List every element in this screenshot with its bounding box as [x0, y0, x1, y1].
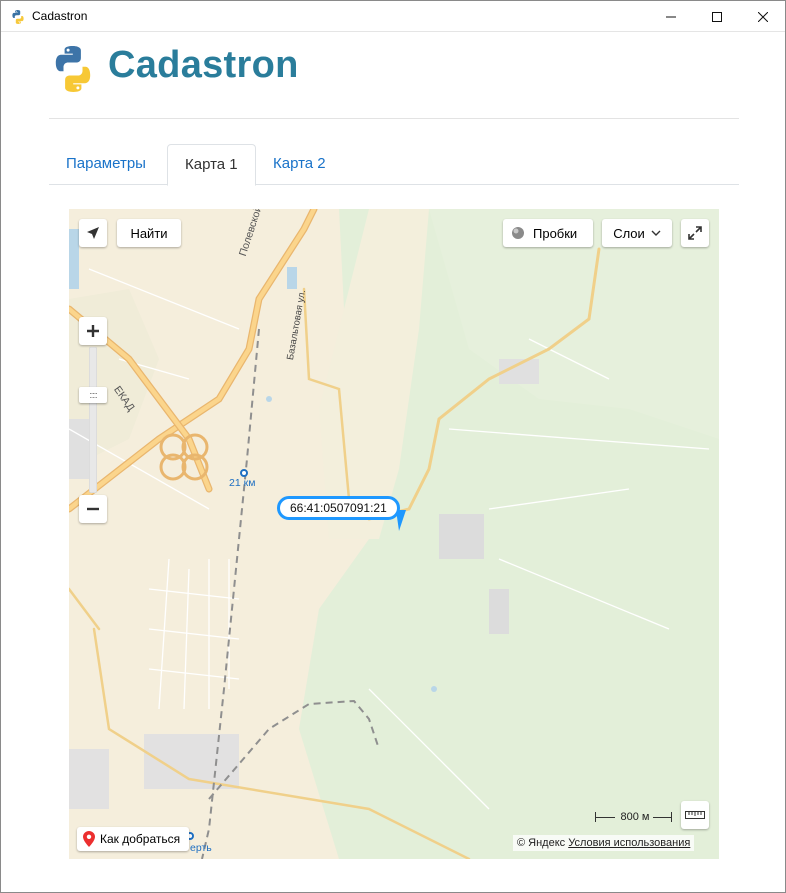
close-button[interactable]	[740, 1, 786, 32]
traffic-label: Пробки	[533, 225, 578, 241]
map-view[interactable]: Полевской тракт ЕКАД Базальтовая ул. 21 …	[69, 209, 719, 859]
map-copyright: © Яндекс Условия использования	[513, 835, 695, 851]
map-tiles	[69, 209, 719, 859]
maximize-button[interactable]	[694, 1, 740, 32]
app-window: Cadastron Cadastron Параметры Карта 1 Ка…	[0, 0, 786, 893]
route-button[interactable]: Как добраться	[77, 827, 189, 851]
find-button[interactable]: Найти	[117, 219, 181, 247]
expand-icon	[688, 226, 702, 240]
geolocation-button[interactable]	[79, 219, 107, 247]
app-brand: Cadastron	[108, 44, 299, 86]
tab-map-1[interactable]: Карта 1	[167, 144, 256, 186]
station-label-21km: 21 км	[229, 477, 256, 489]
scale-label: 800 м	[620, 811, 650, 823]
copyright-owner: © Яндекс	[517, 837, 566, 849]
title-bar: Cadastron	[1, 1, 785, 32]
traffic-light-icon	[512, 227, 524, 239]
layers-button[interactable]: Слои	[602, 219, 672, 247]
minimize-icon	[666, 16, 676, 17]
route-label: Как добраться	[100, 832, 181, 846]
ruler-icon	[685, 811, 705, 819]
map-scale: 800 м	[593, 809, 673, 823]
tab-bar: Параметры Карта 1 Карта 2	[49, 144, 739, 186]
zoom-slider-track[interactable]	[89, 347, 97, 493]
fullscreen-button[interactable]	[681, 219, 709, 247]
parcel-placemark[interactable]: 66:41:0507091:21	[277, 496, 400, 520]
traffic-button[interactable]: Пробки	[503, 219, 593, 247]
map-pin-icon	[83, 831, 95, 847]
layers-label: Слои	[613, 225, 645, 241]
maximize-icon	[712, 11, 722, 22]
location-arrow-icon	[87, 227, 99, 239]
tab-map-2[interactable]: Карта 2	[256, 144, 343, 185]
zoom-slider-handle[interactable]: :::::	[79, 387, 107, 403]
chevron-down-icon	[651, 230, 661, 236]
ruler-button[interactable]	[681, 801, 709, 829]
zoom-in-button[interactable]	[79, 317, 107, 345]
zoom-out-button[interactable]	[79, 495, 107, 523]
close-icon	[758, 11, 768, 22]
plus-icon	[87, 325, 99, 337]
minus-icon	[87, 507, 99, 511]
station-label-bottom: ерть	[190, 842, 212, 854]
minimize-button[interactable]	[648, 1, 694, 32]
python-logo-icon	[12, 10, 24, 24]
python-logo-icon	[55, 46, 91, 92]
terms-link[interactable]: Условия использования	[568, 837, 690, 849]
page-header: Cadastron	[48, 41, 348, 97]
window-title: Cadastron	[32, 9, 88, 23]
tab-parameters[interactable]: Параметры	[49, 144, 163, 185]
header-divider	[49, 118, 739, 119]
